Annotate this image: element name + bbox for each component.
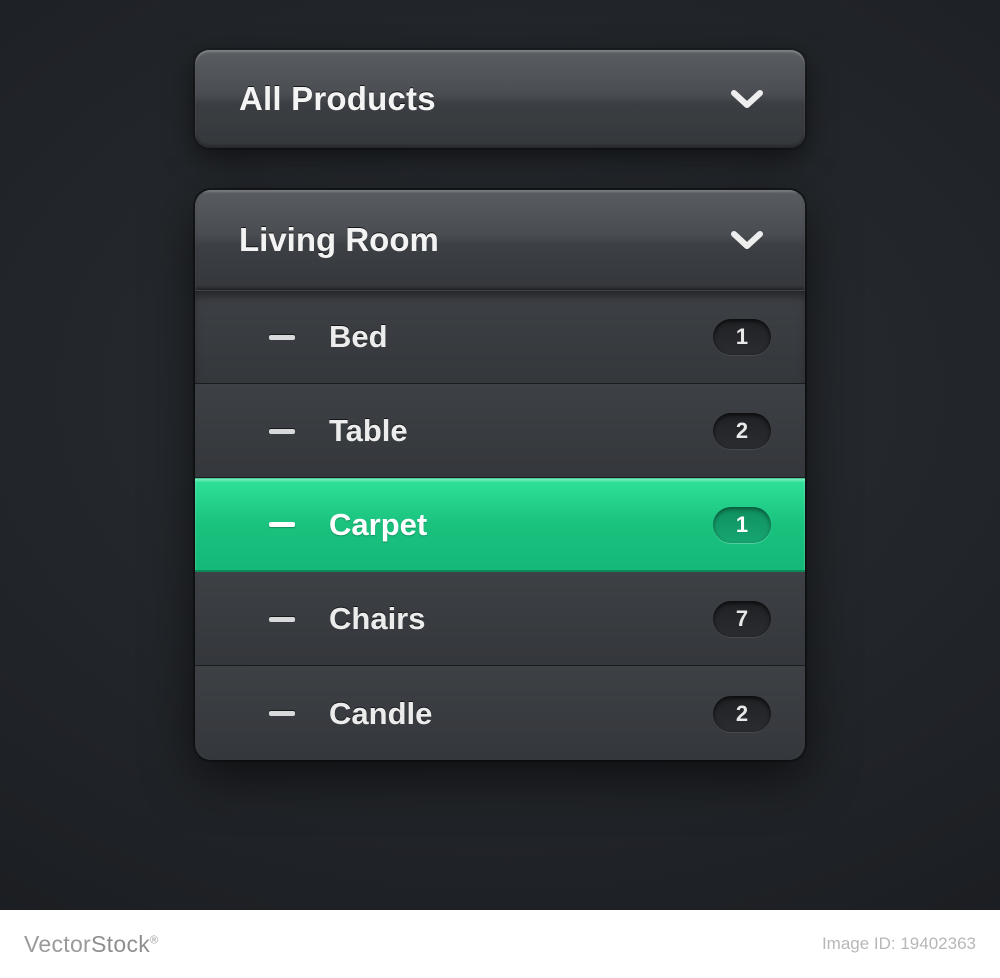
- watermark-footer: VectorStock® Image ID: 19402363: [0, 910, 1000, 978]
- menu-item-table[interactable]: Table 2: [195, 384, 805, 478]
- dash-icon: [269, 617, 295, 622]
- dash-icon: [269, 429, 295, 434]
- living-room-header[interactable]: Living Room: [195, 190, 805, 290]
- menu-item-label: Carpet: [329, 507, 427, 543]
- count-badge: 7: [713, 601, 771, 637]
- living-room-label: Living Room: [239, 221, 439, 259]
- dash-icon: [269, 522, 295, 527]
- chevron-down-icon: [729, 87, 765, 111]
- menu-item-bed[interactable]: Bed 1: [195, 290, 805, 384]
- menu-item-label: Chairs: [329, 601, 425, 637]
- menu-item-candle[interactable]: Candle 2: [195, 666, 805, 760]
- count-badge: 2: [713, 413, 771, 449]
- count-badge: 1: [713, 319, 771, 355]
- chevron-down-icon: [729, 228, 765, 252]
- menu-item-chairs[interactable]: Chairs 7: [195, 572, 805, 666]
- brand-prefix: Vector: [24, 931, 91, 957]
- menu-item-label: Bed: [329, 319, 388, 355]
- brand-suffix: Stock: [91, 931, 150, 957]
- menu-item-label: Candle: [329, 696, 432, 732]
- menu-item-label: Table: [329, 413, 408, 449]
- living-room-dropdown-panel: Living Room Bed 1 Table 2 Carpet 1: [195, 190, 805, 760]
- brand-text: VectorStock®: [24, 931, 158, 958]
- dash-icon: [269, 335, 295, 340]
- all-products-dropdown[interactable]: All Products: [195, 50, 805, 148]
- dash-icon: [269, 711, 295, 716]
- menu-item-carpet[interactable]: Carpet 1: [195, 478, 805, 572]
- image-id-text: Image ID: 19402363: [822, 934, 976, 954]
- all-products-label: All Products: [239, 80, 436, 118]
- menu-list: Bed 1 Table 2 Carpet 1 Chairs 7 Candle: [195, 290, 805, 760]
- count-badge: 2: [713, 696, 771, 732]
- count-badge: 1: [713, 507, 771, 543]
